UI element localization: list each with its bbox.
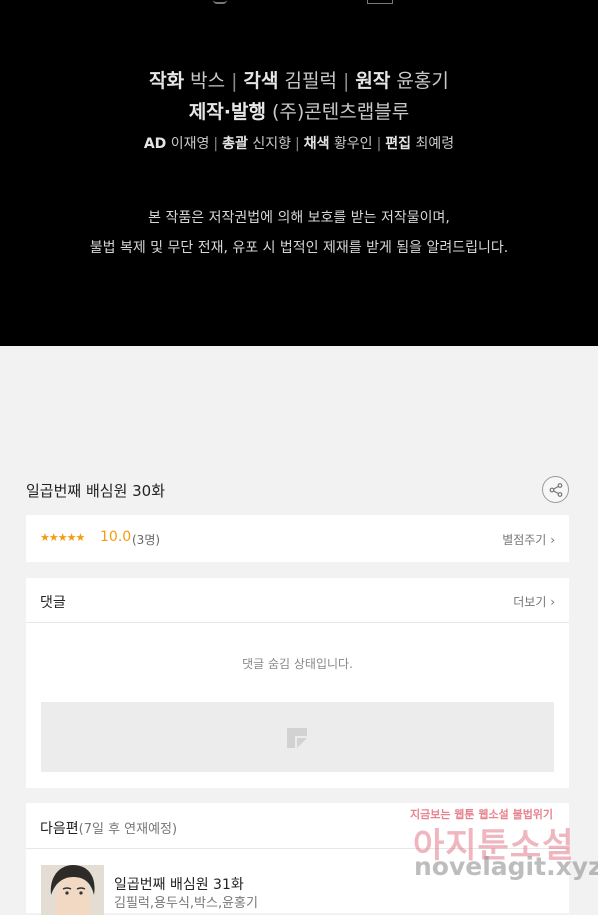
next-episode-schedule: (7일 후 연재예정) <box>78 822 178 837</box>
comment-write-icon <box>287 728 307 748</box>
credit-name: 김필럭 <box>284 70 337 92</box>
copyright-notice-line-1: 본 작품은 저작권법에 의해 보호를 받는 저작물이며, <box>148 210 450 226</box>
episode-title: 일곱번째 배심원 30화 <box>26 482 166 500</box>
credit-role: 각색 <box>243 70 279 92</box>
credit-role: 채색 <box>303 136 330 152</box>
comments-header: 댓글 더보기 › <box>26 578 569 623</box>
credit-role: 제작·발행 <box>188 101 266 123</box>
more-label: 더보기 <box>513 595 547 609</box>
separator: | <box>342 70 350 92</box>
credits-line-3: AD 이재영 | 총괄 신지향 | 채색 황우인 | 편집 최예령 <box>0 133 598 153</box>
rating-score: 10.0 <box>100 529 132 545</box>
comment-input-area[interactable] <box>41 702 554 772</box>
next-episode-title: 다음편 <box>40 821 79 837</box>
credit-role: 원작 <box>355 70 391 92</box>
credit-role: 총괄 <box>222 136 248 152</box>
credit-role: AD <box>143 136 167 152</box>
credit-name: 황우인 <box>333 136 373 152</box>
credits-line-1: 작화 박스 | 각색 김필럭 | 원작 윤홍기 <box>0 66 598 93</box>
separator: | <box>213 136 219 152</box>
separator: | <box>376 136 382 152</box>
separator: | <box>294 136 300 152</box>
credit-name: 최예령 <box>415 136 455 152</box>
next-episode-authors: 김필럭,용두식,박스,윤홍기 <box>114 896 258 911</box>
credit-name: (주)콘텐츠랩블루 <box>272 101 410 123</box>
credit-name: 박스 <box>190 70 226 92</box>
credit-name: 신지향 <box>252 136 291 152</box>
rating-card: ★★★★★ 10.0 (3명) 별점주기 › <box>26 515 569 562</box>
separator: | <box>231 70 238 92</box>
chevron-right-icon: › <box>550 533 555 547</box>
comments-card: 댓글 더보기 › 댓글 숨김 상태입니다. <box>26 578 569 788</box>
cropped-icon <box>213 0 227 4</box>
comments-title: 댓글 <box>40 595 66 611</box>
credit-name: 윤홍기 <box>396 70 449 92</box>
credits-line-2: 제작·발행 (주)콘텐츠랩블루 <box>0 97 598 124</box>
rate-button-label: 별점주기 <box>502 533 547 547</box>
copyright-notice-line-2: 불법 복제 및 무단 전재, 유포 시 법적인 제재를 받게 됨을 알려드립니다… <box>89 240 509 256</box>
cropped-icon <box>367 0 393 4</box>
comments-hidden-notice: 댓글 숨김 상태입니다. <box>242 657 353 671</box>
rating-count: (3명) <box>132 533 161 547</box>
credit-role: 편집 <box>385 136 412 152</box>
share-icon <box>549 483 563 497</box>
next-episode-thumbnail[interactable] <box>41 865 104 915</box>
comments-more-link[interactable]: 더보기 › <box>513 593 555 610</box>
credit-name: 이재영 <box>170 136 210 152</box>
share-button[interactable] <box>542 476 569 503</box>
chevron-right-icon: › <box>550 595 555 609</box>
watermark-url: novelagit.xyz <box>414 852 598 881</box>
character-thumbnail-image <box>41 865 104 915</box>
rate-button[interactable]: 별점주기 › <box>502 531 555 548</box>
credits-panel: 작화 박스 | 각색 김필럭 | 원작 윤홍기 제작·발행 (주)콘텐츠랩블루 AD 이… <box>0 0 598 346</box>
credit-role: 작화 <box>149 70 185 92</box>
star-rating-icon: ★★★★★ <box>40 531 85 544</box>
next-episode-name: 일곱번째 배심원 31화 <box>114 877 244 893</box>
